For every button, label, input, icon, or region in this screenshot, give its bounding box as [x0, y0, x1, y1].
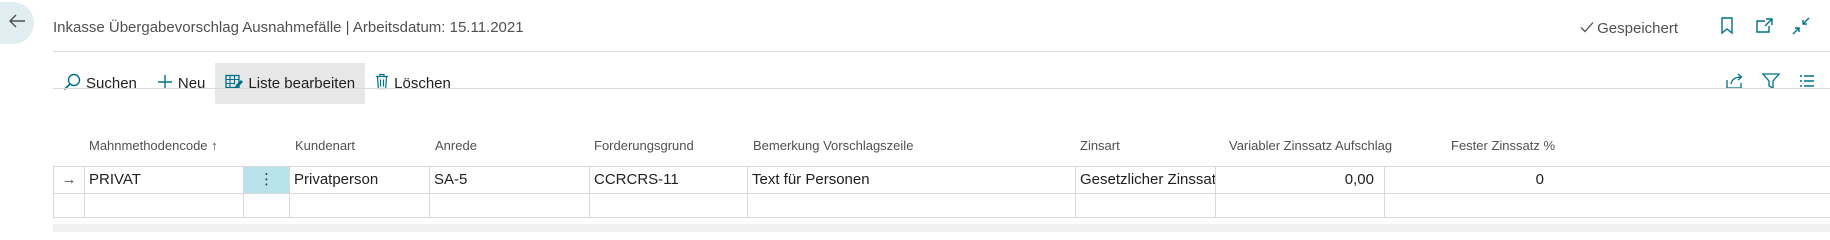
edit-list-label: Liste bearbeiten [248, 75, 356, 92]
table-row[interactable]: → PRIVAT ⋮ Privatperson SA-5 CCRCRS-11 T… [53, 166, 1830, 194]
column-header-forderungsgrund[interactable]: Forderungsgrund [594, 138, 694, 153]
bookmark-button[interactable] [1716, 16, 1738, 40]
grid-footer [53, 224, 1830, 232]
share-button[interactable] [1724, 73, 1746, 95]
action-bar-divider [53, 88, 1830, 89]
empty-cell[interactable] [590, 194, 748, 217]
list-icon [1799, 74, 1815, 93]
cell-fester-zinssatz[interactable]: 0 [1385, 167, 1554, 193]
new-label: Neu [177, 75, 206, 92]
new-button[interactable]: Neu [147, 63, 216, 104]
column-header-bemerkung[interactable]: Bemerkung Vorschlagszeile [753, 138, 913, 153]
cell-zinsart[interactable]: Gesetzlicher Zinssatz [1076, 167, 1216, 193]
delete-button[interactable]: Löschen [365, 63, 461, 104]
empty-cell [54, 194, 85, 217]
checkmark-icon [1580, 20, 1597, 37]
page-title: Inkasse Übergabevorschlag Ausnahmefälle … [53, 19, 524, 36]
empty-cell[interactable] [85, 194, 244, 217]
back-button[interactable] [0, 2, 34, 44]
saved-status-label: Gespeichert [1597, 19, 1678, 37]
column-header-variabler-zinssatz[interactable]: Variabler Zinssatz Aufschlag [1229, 138, 1392, 153]
filter-button[interactable] [1760, 72, 1782, 95]
empty-cell[interactable] [1216, 194, 1385, 217]
search-icon [63, 73, 86, 95]
column-header-kundenart[interactable]: Kundenart [295, 138, 355, 153]
row-indicator-icon: → [54, 167, 85, 193]
row-actions-menu-icon[interactable]: ⋮ [244, 167, 290, 193]
empty-cell[interactable] [430, 194, 590, 217]
cell-bemerkung[interactable]: Text für Personen [748, 167, 1076, 193]
saved-status: Gespeichert [1580, 20, 1678, 37]
sort-ascending-icon: ↑ [211, 138, 218, 153]
edit-list-icon [225, 74, 248, 94]
list-view-button[interactable] [1796, 73, 1818, 95]
empty-cell [244, 194, 290, 217]
plus-icon [157, 74, 178, 94]
open-new-window-icon [1755, 17, 1773, 39]
table-row-empty[interactable] [53, 193, 1830, 218]
open-new-window-button[interactable] [1753, 17, 1775, 39]
bookmark-icon [1720, 16, 1734, 40]
edit-list-button[interactable]: Liste bearbeiten [215, 63, 366, 104]
cell-mahnmethodencode[interactable]: PRIVAT [85, 167, 244, 193]
column-header-mahnmethodencode[interactable]: Mahnmethodencode ↑ [89, 138, 218, 153]
column-header-label: Mahnmethodencode [89, 138, 208, 153]
collapse-icon [1792, 17, 1810, 40]
cell-forderungsgrund[interactable]: CCRCRS-11 [590, 167, 748, 193]
column-header-zinsart[interactable]: Zinsart [1080, 138, 1120, 153]
column-header-fester-zinssatz[interactable]: Fester Zinssatz % [1451, 138, 1555, 153]
search-label: Suchen [86, 75, 137, 92]
empty-cell[interactable] [1385, 194, 1554, 217]
header-tools: Gespeichert [1580, 14, 1830, 42]
trash-icon [375, 73, 394, 94]
column-header-anrede[interactable]: Anrede [435, 138, 477, 153]
action-bar-tools [1710, 72, 1830, 95]
search-button[interactable]: Suchen [53, 63, 147, 104]
header-divider [53, 51, 1830, 52]
empty-cell[interactable] [748, 194, 1076, 217]
cell-anrede[interactable]: SA-5 [430, 167, 590, 193]
arrow-left-icon [8, 13, 26, 34]
cell-kundenart[interactable]: Privatperson [290, 167, 430, 193]
cell-variabler-zinssatz[interactable]: 0,00 [1216, 167, 1385, 193]
action-bar: Suchen Neu Liste bearbeiten Löschen [53, 63, 1830, 104]
collapse-button[interactable] [1790, 17, 1812, 39]
share-icon [1726, 73, 1744, 94]
filter-icon [1761, 72, 1781, 95]
empty-cell[interactable] [1076, 194, 1216, 217]
empty-cell[interactable] [290, 194, 430, 217]
delete-label: Löschen [394, 75, 451, 92]
